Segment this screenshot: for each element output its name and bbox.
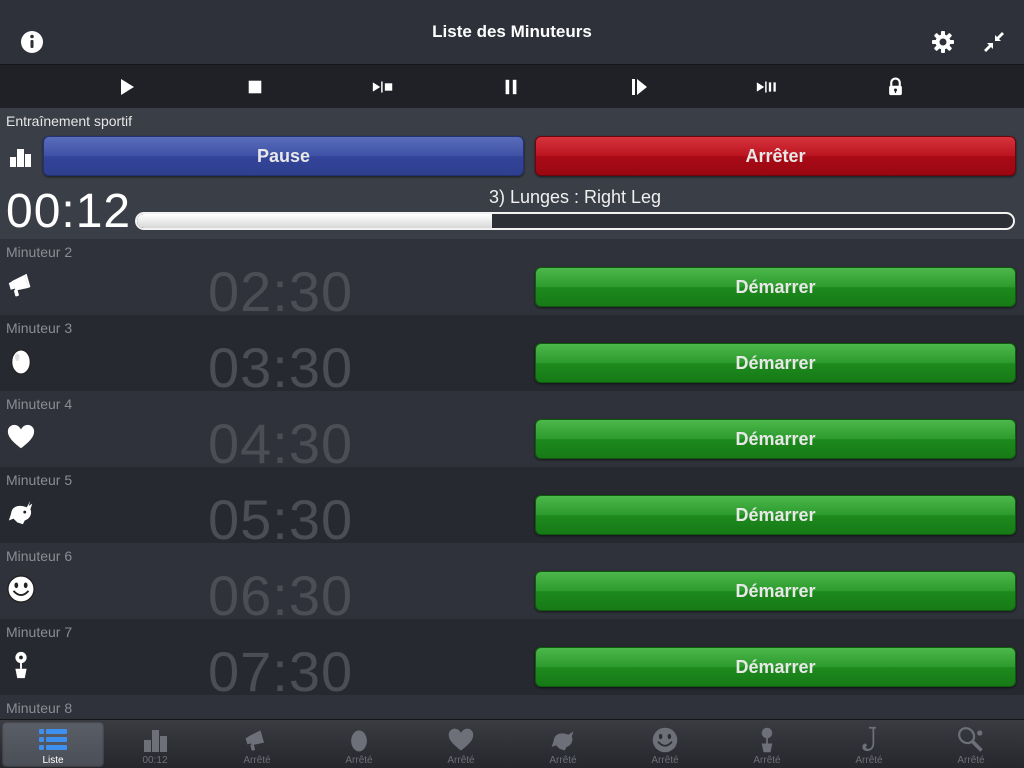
tab-label: Arrêté	[549, 755, 577, 766]
timer-name: Minuteur 8	[6, 700, 73, 716]
stop-button[interactable]: Arrêter	[535, 136, 1016, 176]
play-stop-icon[interactable]	[367, 73, 399, 101]
timer-name: Minuteur 2	[6, 244, 73, 260]
tab-label: Arrêté	[651, 755, 679, 766]
tab-bar: Liste 00:12 Arrêté Arrêté Arrêté Arrêté …	[0, 719, 1024, 768]
progress-bar-fill	[137, 214, 492, 228]
play-pause-icon[interactable]	[751, 73, 783, 101]
megaphone-icon	[245, 730, 264, 751]
pause-icon[interactable]	[495, 73, 527, 101]
egg-icon	[351, 730, 367, 752]
timer-name: Minuteur 3	[6, 320, 73, 336]
collapse-arrows-icon[interactable]	[980, 28, 1008, 56]
tab-label: Arrêté	[345, 755, 373, 766]
start-button[interactable]: Démarrer	[535, 343, 1016, 383]
list-icon	[39, 729, 67, 750]
progress-bar	[135, 212, 1015, 230]
timer-row: Minuteur 6 06:30 Démarrer	[0, 543, 1024, 627]
start-button[interactable]: Démarrer	[535, 495, 1016, 535]
timer-row: Minuteur 3 03:30 Démarrer	[0, 315, 1024, 399]
bar-chart-icon	[144, 730, 167, 752]
tab-timer-6[interactable]: Arrêté	[614, 722, 716, 767]
pause-button[interactable]: Pause	[43, 136, 524, 176]
timer-name: Minuteur 5	[6, 472, 73, 488]
stop-icon[interactable]	[239, 73, 271, 101]
smiley-icon	[652, 727, 678, 753]
tennis-racket-icon	[958, 727, 983, 752]
step-forward-icon[interactable]	[623, 73, 655, 101]
tab-list[interactable]: Liste	[2, 722, 104, 767]
bull-icon	[551, 731, 574, 751]
timer-row: Minuteur 4 04:30 Démarrer	[0, 391, 1024, 475]
megaphone-icon	[5, 269, 37, 301]
start-button[interactable]: Démarrer	[535, 647, 1016, 687]
play-icon[interactable]	[111, 73, 143, 101]
control-toolbar	[0, 64, 1024, 108]
page-title: Liste des Minuteurs	[432, 22, 592, 41]
start-button[interactable]: Démarrer	[535, 571, 1016, 611]
heart-icon	[5, 421, 37, 453]
smiley-icon	[5, 573, 37, 605]
lock-icon[interactable]	[879, 73, 911, 101]
start-button[interactable]: Démarrer	[535, 419, 1016, 459]
tab-label: Arrêté	[447, 755, 475, 766]
timer-row: Minuteur 5 05:30 Démarrer	[0, 467, 1024, 551]
active-timer-step: 3) Lunges : Right Leg	[488, 187, 662, 207]
timer-row: Minuteur 7 07:30 Démarrer	[0, 619, 1024, 703]
tab-timer-3[interactable]: Arrêté	[308, 722, 410, 767]
tab-timer-2[interactable]: Arrêté	[206, 722, 308, 767]
active-timer-time: 00:12	[6, 185, 132, 238]
gear-icon[interactable]	[929, 28, 957, 56]
flower-pot-icon	[761, 727, 773, 753]
tab-label: Arrêté	[855, 755, 883, 766]
tab-timer-8[interactable]: Arrêté	[818, 722, 920, 767]
tab-label: Liste	[42, 755, 64, 766]
timer-name: Minuteur 6	[6, 548, 73, 564]
tab-label: 00:12	[142, 755, 168, 766]
tab-timer-7[interactable]: Arrêté	[716, 722, 818, 767]
heart-icon	[448, 728, 474, 751]
timer-name: Minuteur 7	[6, 624, 73, 640]
info-icon[interactable]	[18, 28, 46, 56]
tab-stats[interactable]: 00:12	[104, 722, 206, 767]
tab-label: Arrêté	[753, 755, 781, 766]
tab-label: Arrêté	[957, 755, 985, 766]
bar-chart-icon[interactable]	[8, 145, 34, 169]
header-bar: Liste des Minuteurs	[0, 0, 1024, 64]
bull-icon	[5, 497, 37, 529]
tab-timer-9[interactable]: Arrêté	[920, 722, 1022, 767]
tab-label: Arrêté	[243, 755, 271, 766]
active-timer-name: Entraînement sportif	[6, 113, 133, 129]
saxophone-icon	[862, 726, 876, 752]
tab-timer-5[interactable]: Arrêté	[512, 722, 614, 767]
flower-pot-icon	[5, 649, 37, 681]
tab-timer-4[interactable]: Arrêté	[410, 722, 512, 767]
start-button[interactable]: Démarrer	[535, 267, 1016, 307]
timer-name: Minuteur 4	[6, 396, 73, 412]
timer-row: Minuteur 2 02:30 Démarrer	[0, 239, 1024, 323]
egg-icon	[5, 345, 37, 377]
